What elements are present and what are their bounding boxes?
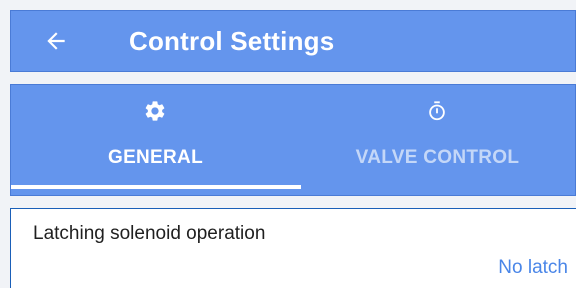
back-button[interactable] [11,11,101,71]
setting-latching-row[interactable]: Latching solenoid operation No latch [10,208,576,288]
gear-icon [143,99,167,123]
tab-general-label: GENERAL [107,147,203,168]
setting-value[interactable]: No latch [498,257,568,279]
stopwatch-icon [425,99,449,123]
setting-label: Latching solenoid operation [33,223,266,244]
tab-bar: GENERAL VALVE CONTROL [10,84,576,196]
page-title: Control Settings [129,25,335,56]
active-tab-indicator [11,185,301,189]
tab-valve-control-label: VALVE CONTROL [355,147,520,168]
app-bar: Control Settings [10,10,576,72]
tab-general[interactable]: GENERAL [11,85,301,195]
arrow-left-icon [47,32,65,50]
tab-valve-control[interactable]: VALVE CONTROL [300,85,575,195]
